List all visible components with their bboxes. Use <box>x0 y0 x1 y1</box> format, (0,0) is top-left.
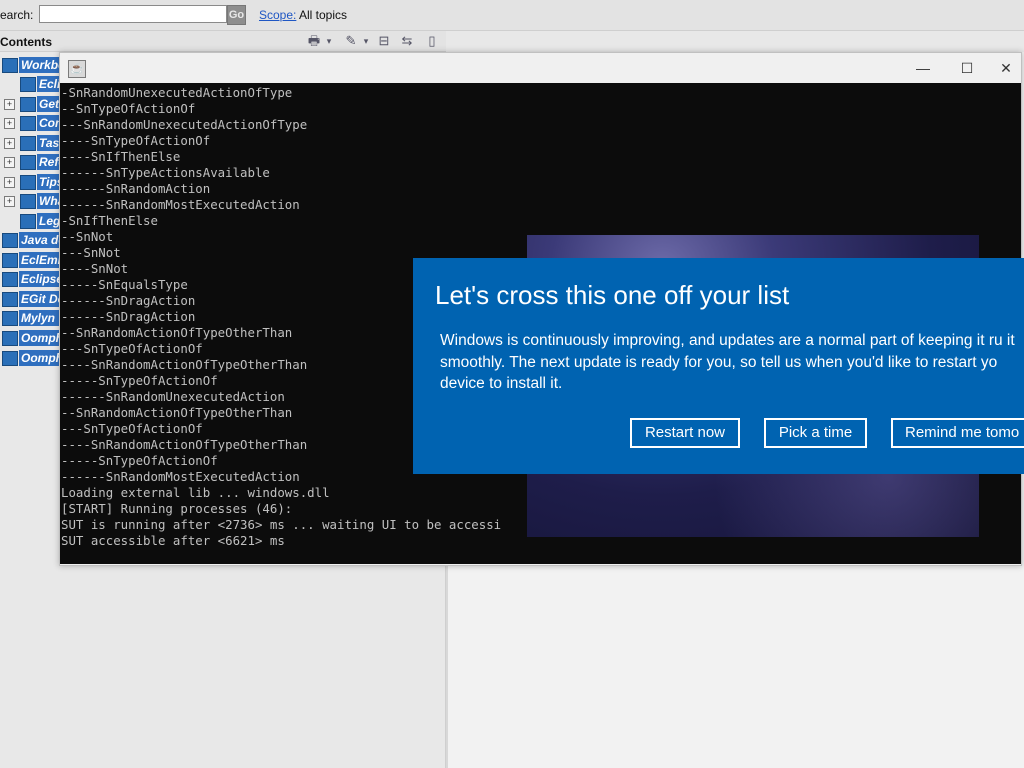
close-button[interactable]: ✕ <box>991 53 1021 83</box>
expand-icon[interactable]: + <box>4 196 15 207</box>
book-icon <box>20 116 36 131</box>
tree-item-label: EclEmm <box>19 252 64 268</box>
tree-item[interactable]: EGit Do <box>0 290 64 308</box>
tree-item[interactable]: Eclip <box>0 75 64 93</box>
expand-icon[interactable]: + <box>4 99 15 110</box>
expand-icon[interactable]: + <box>4 177 15 188</box>
console-line: [START] Running processes (46): <box>61 501 293 516</box>
tree-item[interactable]: + Con <box>0 114 64 132</box>
book-icon <box>20 136 36 151</box>
book-icon <box>20 77 36 92</box>
scope-value: All topics <box>299 8 348 22</box>
tree-item[interactable]: EclEmm <box>0 251 64 269</box>
tree-item[interactable]: Eclipse <box>0 270 64 288</box>
help-search-toolbar: earch: Go Scope: All topics <box>0 0 1024 31</box>
console-line: ----SnIfThenElse <box>61 149 181 164</box>
tree-item[interactable]: Mylyn <box>0 309 64 327</box>
tree-item-label: Oomph <box>19 330 64 346</box>
search-input[interactable] <box>39 5 227 23</box>
minimize-button[interactable]: — <box>901 53 945 83</box>
console-titlebar[interactable]: ☕ — ☐ ✕ <box>60 53 1021 83</box>
restart-now-button[interactable]: Restart now <box>630 418 740 448</box>
console-line: SUT is running after <2736> ms ... waiti… <box>61 517 502 532</box>
link-with-editor-icon[interactable]: ⇆ <box>399 33 415 49</box>
maximize-button[interactable]: ☐ <box>945 53 989 83</box>
console-line: ------SnRandomMostExecutedAction <box>61 197 300 212</box>
tree-item-label: EGit Do <box>19 291 64 307</box>
java-icon: ☕ <box>68 60 86 78</box>
collapse-all-icon[interactable]: ⊟ <box>376 33 392 49</box>
tree-item[interactable]: Oomph <box>0 329 64 347</box>
console-line: -SnIfThenElse <box>61 213 158 228</box>
book-icon <box>2 272 18 287</box>
print-icon[interactable]: 🖶 <box>306 33 322 49</box>
book-icon <box>20 214 36 229</box>
tree-item-label: Oomph <box>19 350 64 366</box>
dialog-title: Let's cross this one off your list <box>435 280 790 310</box>
tree-item-label: Mylyn <box>19 310 64 326</box>
console-line: Loading external lib ... windows.dll <box>61 485 330 500</box>
tree-item[interactable]: + Wha <box>0 192 64 210</box>
book-icon <box>20 97 36 112</box>
console-line: ----SnTypeOfActionOf <box>61 133 211 148</box>
book-icon <box>2 233 18 248</box>
book-icon <box>20 155 36 170</box>
console-line: --SnNot <box>61 229 114 244</box>
update-dialog: Let's cross this one off your list Windo… <box>413 258 1024 474</box>
console-line: ------SnRandomAction <box>61 181 211 196</box>
console-line: --SnTypeOfActionOf <box>61 101 196 116</box>
expand-icon[interactable]: + <box>4 118 15 129</box>
search-label: earch: <box>0 8 34 22</box>
contents-header: Contents 🖶 ▾ ✎ ▾ ⊟ ⇆ ▯ <box>0 31 446 52</box>
go-button[interactable]: Go <box>227 5 246 25</box>
book-icon <box>2 351 18 366</box>
console-line: -SnRandomUnexecutedActionOfType <box>61 85 293 100</box>
console-line: ------SnTypeActionsAvailable <box>61 165 270 180</box>
scope-link[interactable]: Scope: <box>259 8 296 22</box>
contents-title: Contents <box>0 35 52 49</box>
chevron-down-icon[interactable]: ▾ <box>321 33 337 49</box>
tree-item[interactable]: + Tips <box>0 173 64 191</box>
book-icon <box>2 58 18 73</box>
tree-item-label: Workbe <box>19 57 64 73</box>
tree-item[interactable]: Workbe <box>0 56 64 74</box>
chevron-down-icon[interactable]: ▾ <box>358 33 374 49</box>
book-icon <box>2 311 18 326</box>
tree-item-label: Java de <box>19 232 64 248</box>
expand-icon[interactable]: + <box>4 138 15 149</box>
console-line: SUT accessible after <6621> ms <box>61 533 285 548</box>
bookmark-icon[interactable]: ▯ <box>424 33 440 49</box>
tree-item[interactable]: + Refe <box>0 153 64 171</box>
tree-item[interactable]: Java de <box>0 231 64 249</box>
book-icon <box>2 253 18 268</box>
book-icon <box>2 331 18 346</box>
book-icon <box>20 194 36 209</box>
remind-me-tomorrow-button[interactable]: Remind me tomo <box>891 418 1024 448</box>
expand-icon[interactable]: + <box>4 157 15 168</box>
book-icon <box>20 175 36 190</box>
pick-a-time-button[interactable]: Pick a time <box>764 418 867 448</box>
dialog-message: Windows is continuously improving, and u… <box>440 332 1015 392</box>
console-line: ---SnRandomUnexecutedActionOfType <box>61 117 308 132</box>
contents-tree: Workbe Eclip +Gett+Con +Task+Refe +Tips+Wha L… <box>0 54 64 374</box>
book-icon <box>2 292 18 307</box>
tree-item[interactable]: + Task <box>0 134 64 152</box>
tree-item[interactable]: Lega <box>0 212 64 230</box>
tree-item[interactable]: + Gett <box>0 95 64 113</box>
tree-item[interactable]: Oomph <box>0 349 64 367</box>
tree-item-label: Eclipse <box>19 271 64 287</box>
highlight-icon[interactable]: ✎ <box>343 33 359 49</box>
